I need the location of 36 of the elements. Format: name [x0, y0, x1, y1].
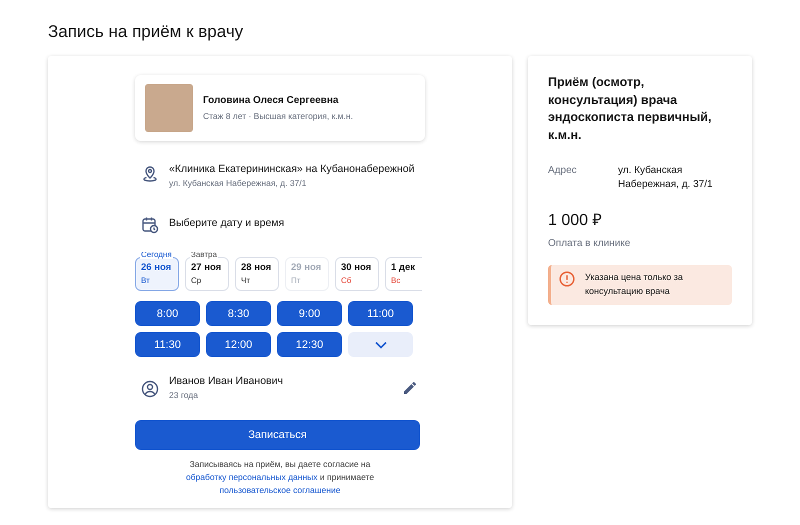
clinic-name: «Клиника Екатерининская» на Кубанонабережной [169, 163, 414, 175]
payment-note: Оплата в клинике [548, 238, 632, 249]
location-pin-icon [141, 165, 159, 183]
calendar-clock-icon [141, 216, 159, 234]
address-value: ул. Кубанская Набережная, д. 37/1 [618, 164, 714, 192]
consent-text: Записываясь на приём, вы даете согласие на обработку персональных данных и принимаете пользовательское соглашение [184, 458, 376, 496]
page-title: Запись на приём к врачу [48, 22, 244, 42]
address-label: Адрес [548, 164, 578, 178]
warning-icon [559, 271, 575, 287]
privacy-link[interactable]: обработку персональных данных [186, 472, 318, 482]
doctor-name: Головина Олеся Сергеевна [203, 95, 340, 106]
date-prompt: Выберите дату и время [169, 216, 284, 228]
agreement-link[interactable]: пользовательское соглашение [220, 484, 340, 494]
submit-button[interactable]: Записаться [135, 420, 420, 450]
notice-text: Указана цена только за консультацию врача [585, 271, 684, 298]
time-slot[interactable]: 12:00 [206, 332, 271, 357]
date-option[interactable]: 30 ноя Сб [335, 257, 379, 291]
time-slot[interactable]: 8:30 [206, 301, 271, 326]
date-option[interactable]: 28 ноя Чт [235, 257, 279, 291]
patient-name: Иванов Иван Иванович [169, 375, 284, 387]
edit-icon[interactable] [403, 380, 417, 394]
time-slot[interactable]: 11:30 [135, 332, 200, 357]
time-slot[interactable]: 8:00 [135, 301, 200, 326]
patient-age: 23 года [169, 390, 199, 400]
clinic-address: ул. Кубанская Набережная, д. 37/1 [169, 178, 308, 188]
date-option[interactable]: 27 ноя Ср [185, 257, 229, 291]
price: 1 000 ₽ [548, 211, 602, 230]
user-icon [141, 380, 159, 398]
time-slot[interactable]: 12:30 [277, 332, 342, 357]
photo-placeholder [145, 84, 193, 132]
service-title: Приём (осмотр, консультация) врача эндоскописта первичный, к.м.н. [548, 74, 712, 144]
doctor-details: Стаж 8 лет · Высшая категория, к.м.н. [203, 111, 353, 121]
time-slot[interactable]: 11:00 [348, 301, 413, 326]
chevron-down-icon [374, 340, 386, 348]
date-option[interactable]: 1 дек Вс [385, 257, 422, 291]
time-slot[interactable]: 9:00 [277, 301, 342, 326]
